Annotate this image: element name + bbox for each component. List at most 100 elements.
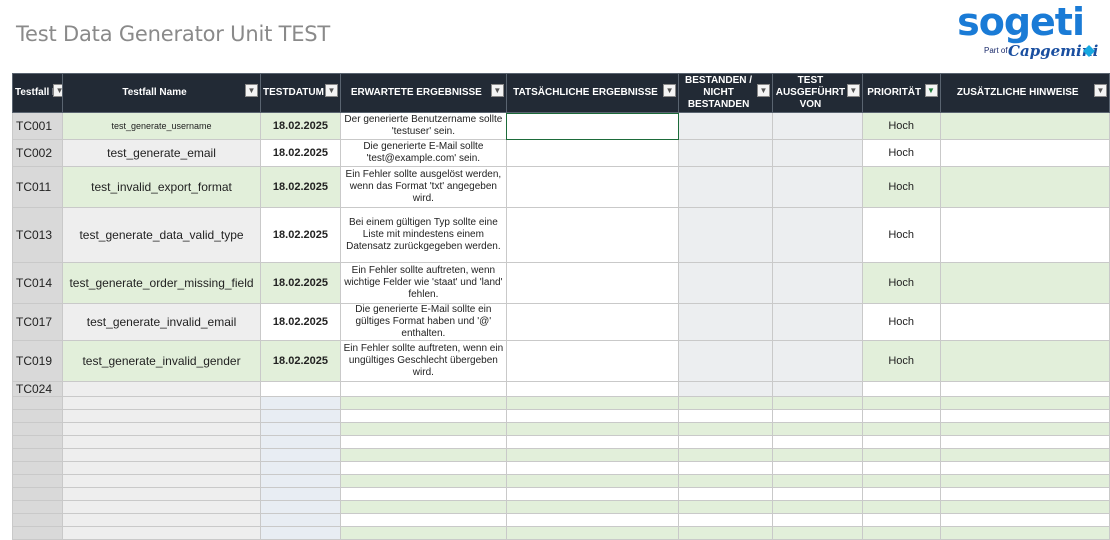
cell-date[interactable]	[260, 461, 341, 475]
col-header-executed-by[interactable]: TEST AUSGEFÜHRT VON ▼	[772, 73, 863, 113]
cell-priority[interactable]	[861, 409, 941, 423]
cell-executed-by[interactable]	[772, 500, 863, 514]
cell-expected[interactable]	[339, 474, 507, 488]
cell-notes[interactable]	[939, 340, 1110, 382]
cell-id[interactable]	[11, 396, 64, 410]
cell-notes[interactable]	[939, 396, 1110, 410]
cell-priority[interactable]	[861, 396, 941, 410]
cell-actual[interactable]	[505, 303, 680, 341]
cell-date[interactable]: 18.02.2025	[260, 112, 341, 140]
cell-actual[interactable]	[505, 487, 680, 501]
cell-passed[interactable]	[678, 396, 774, 410]
cell-name[interactable]	[62, 422, 261, 436]
cell-expected[interactable]: Ein Fehler sollte auftreten, wenn wichti…	[339, 262, 507, 304]
cell-executed-by[interactable]	[772, 526, 863, 540]
cell-date[interactable]: 18.02.2025	[260, 303, 341, 341]
cell-passed[interactable]	[678, 422, 774, 436]
cell-executed-by[interactable]	[772, 474, 863, 488]
cell-name[interactable]	[62, 513, 261, 527]
cell-id[interactable]	[11, 513, 64, 527]
cell-passed[interactable]	[678, 262, 774, 304]
cell-passed[interactable]	[678, 526, 774, 540]
cell-id[interactable]	[11, 409, 64, 423]
cell-passed[interactable]	[678, 409, 774, 423]
cell-notes[interactable]	[939, 461, 1110, 475]
cell-executed-by[interactable]	[772, 207, 863, 263]
cell-id[interactable]	[11, 487, 64, 501]
cell-actual[interactable]	[505, 396, 680, 410]
cell-name[interactable]: test_generate_email	[62, 139, 261, 167]
cell-date[interactable]: 18.02.2025	[260, 139, 341, 167]
cell-name[interactable]	[62, 526, 261, 540]
cell-priority[interactable]: Hoch	[861, 262, 941, 304]
cell-executed-by[interactable]	[772, 448, 863, 462]
dropdown-arrow-icon[interactable]: ▼	[1094, 84, 1107, 97]
cell-id[interactable]: TC017	[11, 303, 64, 341]
cell-actual[interactable]	[505, 435, 680, 449]
cell-passed[interactable]	[678, 303, 774, 341]
filter-icon[interactable]: ▼	[924, 84, 938, 97]
cell-notes[interactable]	[939, 262, 1110, 304]
cell-expected[interactable]	[339, 381, 507, 397]
cell-priority[interactable]	[861, 448, 941, 462]
cell-expected[interactable]	[339, 409, 507, 423]
col-header-actual[interactable]: TATSÄCHLICHE ERGEBNISSE ▼	[505, 73, 680, 113]
cell-executed-by[interactable]	[772, 303, 863, 341]
cell-notes[interactable]	[939, 474, 1110, 488]
cell-executed-by[interactable]	[772, 139, 863, 167]
cell-priority[interactable]: Hoch	[861, 303, 941, 341]
cell-priority[interactable]	[861, 435, 941, 449]
cell-priority[interactable]	[861, 474, 941, 488]
cell-notes[interactable]	[939, 513, 1110, 527]
cell-passed[interactable]	[678, 112, 774, 140]
cell-passed[interactable]	[678, 474, 774, 488]
cell-notes[interactable]	[939, 422, 1110, 436]
cell-date[interactable]: 18.02.2025	[260, 340, 341, 382]
col-header-passed[interactable]: BESTANDEN / NICHT BESTANDEN ▼	[678, 73, 774, 113]
cell-date[interactable]	[260, 435, 341, 449]
cell-priority[interactable]: Hoch	[861, 166, 941, 208]
cell-passed[interactable]	[678, 448, 774, 462]
dropdown-arrow-icon[interactable]: ▼	[757, 84, 771, 97]
cell-expected[interactable]: Die generierte E-Mail sollte ein gültige…	[339, 303, 507, 341]
cell-notes[interactable]	[939, 381, 1110, 397]
cell-expected[interactable]	[339, 500, 507, 514]
dropdown-arrow-icon[interactable]: ▼	[846, 84, 860, 97]
cell-actual[interactable]	[505, 340, 680, 382]
cell-expected[interactable]: Bei einem gültigen Typ sollte eine Liste…	[339, 207, 507, 263]
cell-priority[interactable]	[861, 487, 941, 501]
cell-id[interactable]: TC011	[11, 166, 64, 208]
cell-priority[interactable]	[861, 513, 941, 527]
dropdown-arrow-icon[interactable]: ▼	[53, 84, 62, 97]
cell-passed[interactable]	[678, 207, 774, 263]
cell-expected[interactable]: Ein Fehler sollte auftreten, wenn ein un…	[339, 340, 507, 382]
cell-executed-by[interactable]	[772, 166, 863, 208]
cell-date[interactable]	[260, 526, 341, 540]
cell-date[interactable]	[260, 409, 341, 423]
cell-date[interactable]	[260, 474, 341, 488]
cell-executed-by[interactable]	[772, 513, 863, 527]
cell-name[interactable]	[62, 500, 261, 514]
cell-priority[interactable]	[861, 461, 941, 475]
cell-notes[interactable]	[939, 112, 1110, 140]
cell-date[interactable]: 18.02.2025	[260, 207, 341, 263]
cell-executed-by[interactable]	[772, 461, 863, 475]
cell-expected[interactable]	[339, 513, 507, 527]
cell-id[interactable]: TC024	[11, 381, 64, 397]
cell-id[interactable]: TC001	[11, 112, 64, 140]
cell-expected[interactable]	[339, 461, 507, 475]
cell-priority[interactable]	[861, 526, 941, 540]
cell-executed-by[interactable]	[772, 435, 863, 449]
cell-actual[interactable]	[505, 500, 680, 514]
cell-name[interactable]: test_generate_data_valid_type	[62, 207, 261, 263]
cell-executed-by[interactable]	[772, 409, 863, 423]
col-header-id[interactable]: Testfall ID▼	[11, 73, 64, 113]
cell-priority[interactable]: Hoch	[861, 207, 941, 263]
cell-expected[interactable]: Die generierte E-Mail sollte 'test@examp…	[339, 139, 507, 167]
cell-name[interactable]: test_generate_username	[62, 112, 261, 140]
cell-passed[interactable]	[678, 513, 774, 527]
cell-passed[interactable]	[678, 461, 774, 475]
cell-date[interactable]	[260, 487, 341, 501]
cell-name[interactable]	[62, 381, 261, 397]
cell-date[interactable]	[260, 422, 341, 436]
